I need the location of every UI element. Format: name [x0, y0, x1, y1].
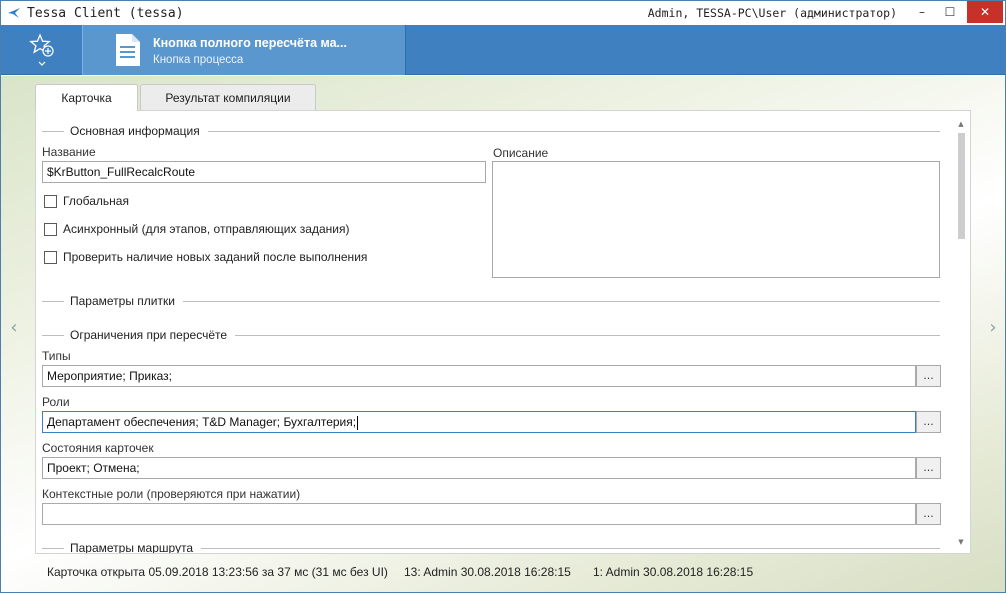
scroll-thumb[interactable] [958, 133, 965, 239]
title-bar: Tessa Client (tessa) Admin, TESSA-PC\Use… [1, 1, 1005, 25]
section-main-info: Основная информация [42, 124, 940, 138]
name-label: Название [42, 145, 96, 159]
tessa-logo-icon [1, 1, 27, 25]
name-input[interactable]: $KrButton_FullRecalcRoute [42, 161, 486, 183]
star-add-icon [29, 33, 54, 57]
maximize-button[interactable]: ☐ [935, 1, 965, 23]
roles-input-value: Департамент обеспечения; T&D Manager; Бу… [47, 415, 357, 429]
context-roles-select-button[interactable]: ... [916, 503, 941, 525]
close-button[interactable]: ✕ [967, 1, 1003, 23]
card-subtitle: Кнопка процесса [153, 54, 244, 66]
types-label: Типы [42, 349, 71, 363]
chevron-left-icon[interactable]: ‹ [8, 316, 20, 338]
card-body: ‹ › Результат компиляции Карточка Основн… [1, 76, 1005, 592]
current-user: Admin, TESSA-PC\User (администратор) [647, 6, 897, 20]
description-label: Описание [493, 146, 549, 160]
text-caret [357, 415, 359, 430]
section-restrictions-title: Ограничения при пересчёте [70, 328, 228, 342]
window-title: Tessa Client (tessa) [27, 5, 184, 21]
status-created: 1: Admin 30.08.2018 16:28:15 [593, 565, 754, 579]
section-tile-params-title: Параметры плитки [70, 294, 175, 308]
checkbox-check-new-tasks[interactable]: Проверить наличие новых заданий после вы… [44, 250, 367, 264]
status-opened: Карточка открыта 05.09.2018 13:23:56 за … [47, 565, 388, 579]
chevron-right-icon[interactable]: › [987, 316, 999, 338]
description-input[interactable] [492, 161, 940, 278]
section-tile-params[interactable]: Параметры плитки [42, 294, 940, 308]
checkbox-box[interactable] [44, 194, 57, 208]
checkbox-global-label: Глобальная [63, 194, 129, 208]
document-icon [116, 34, 140, 66]
tab-card[interactable]: Карточка [35, 84, 138, 111]
checkbox-check-new-tasks-label: Проверить наличие новых заданий после вы… [63, 250, 368, 264]
header-ribbon: Кнопка полного пересчёта ма... Кнопка пр… [1, 25, 1005, 75]
checkbox-box[interactable] [44, 222, 57, 236]
context-roles-input[interactable] [42, 503, 916, 525]
chevron-down-icon [38, 61, 46, 66]
status-version: 13: Admin 30.08.2018 16:28:15 [404, 565, 571, 579]
card-content-panel: Основная информация Название $KrButton_F… [35, 110, 971, 554]
favorites-button[interactable] [3, 25, 81, 75]
card-states-select-button[interactable]: ... [916, 457, 941, 479]
checkbox-box[interactable] [44, 250, 57, 264]
status-bar: Карточка открыта 05.09.2018 13:23:56 за … [35, 565, 965, 583]
card-title: Кнопка полного пересчёта ма... [153, 36, 347, 50]
checkbox-global[interactable]: Глобальная [44, 194, 129, 208]
open-card-tab[interactable]: Кнопка полного пересчёта ма... Кнопка пр… [82, 25, 406, 75]
roles-input[interactable]: Департамент обеспечения; T&D Manager; Бу… [42, 411, 916, 433]
tab-compilation-result[interactable]: Результат компиляции [140, 84, 316, 110]
vertical-scrollbar[interactable]: ▲ ▼ [953, 111, 970, 553]
section-restrictions[interactable]: Ограничения при пересчёте [42, 328, 940, 342]
checkbox-async-label: Асинхронный (для этапов, отправляющих за… [63, 222, 350, 236]
section-main-info-title: Основная информация [70, 124, 200, 138]
checkbox-async[interactable]: Асинхронный (для этапов, отправляющих за… [44, 222, 349, 236]
types-select-button[interactable]: ... [916, 365, 941, 387]
roles-select-button[interactable]: ... [916, 411, 941, 433]
card-states-label: Состояния карточек [42, 441, 154, 455]
roles-label: Роли [42, 395, 70, 409]
minimize-button[interactable]: – [907, 1, 937, 23]
section-route-params[interactable]: Параметры маршрута [42, 541, 940, 554]
types-input[interactable]: Мероприятие; Приказ; [42, 365, 916, 387]
scroll-up-icon[interactable]: ▲ [956, 119, 966, 129]
context-roles-label: Контекстные роли (проверяются при нажати… [42, 487, 301, 501]
card-states-input[interactable]: Проект; Отмена; [42, 457, 916, 479]
section-route-params-title: Параметры маршрута [70, 541, 194, 554]
app-window: Tessa Client (tessa) Admin, TESSA-PC\Use… [0, 0, 1006, 593]
scroll-down-icon[interactable]: ▼ [956, 537, 966, 547]
